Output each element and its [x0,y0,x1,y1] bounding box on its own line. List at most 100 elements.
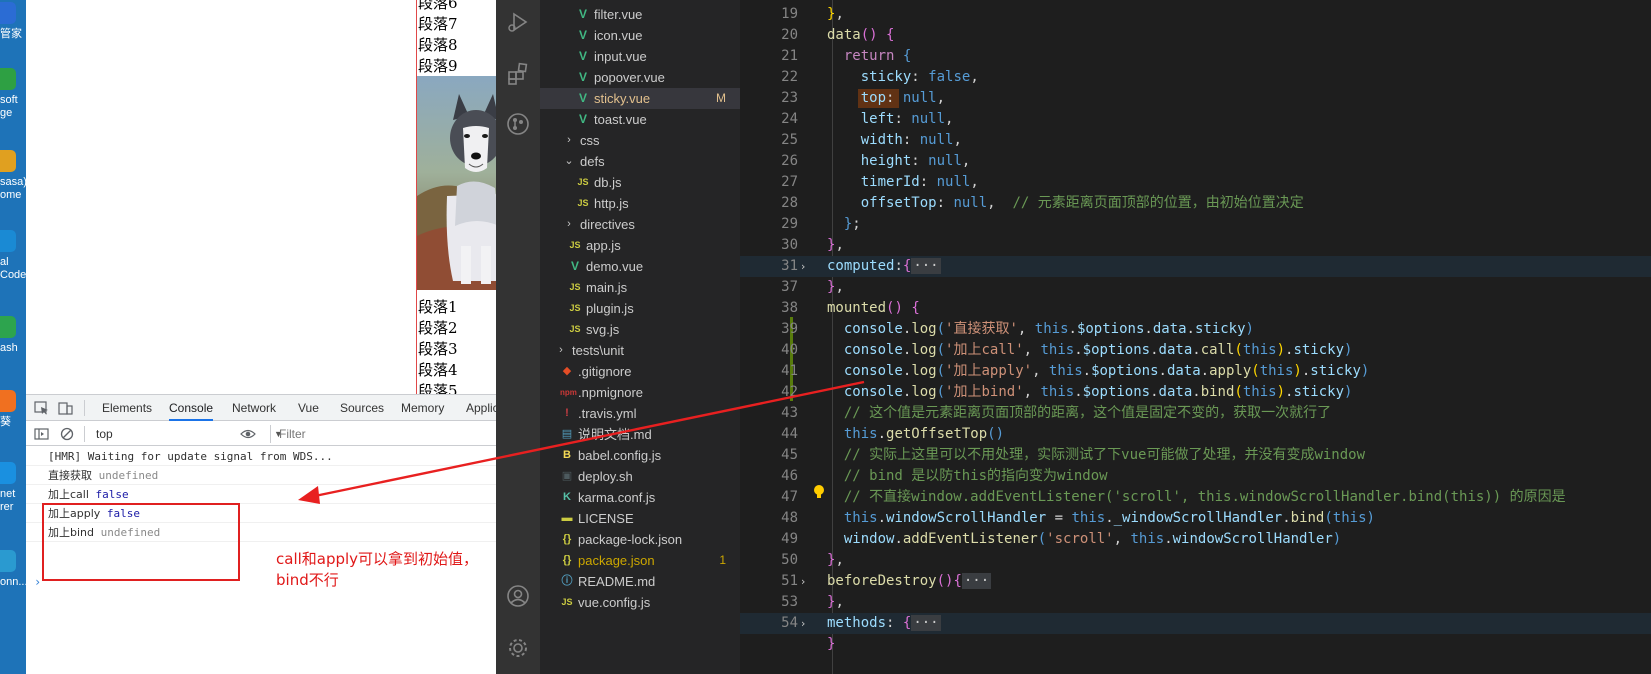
code-text: }, [827,279,844,295]
code-text: // 实际上这里可以不用处理，实际测试了下vue可能做了处理，并没有变成wind… [843,447,1366,463]
explorer-file[interactable]: {} package-lock.json [540,529,740,550]
code-line[interactable]: 31 › computed:{··· [740,256,1651,277]
vue-file-icon: V [578,7,587,21]
explorer-file[interactable]: ! .travis.yml [540,403,740,424]
code-line[interactable]: } [740,634,1651,655]
explorer-file[interactable]: Vicon.vue [540,25,740,46]
console-filter-input[interactable]: Filter [270,425,520,443]
code-text: data() { [827,27,895,43]
tab-vue[interactable]: Vue [298,395,319,421]
code-line[interactable]: 50}, [740,550,1651,571]
code-line[interactable]: 43 // 这个值是元素距离页面顶部的距离，这个值是固定不变的，获取一次就行了 [740,403,1651,424]
fold-chevron-icon[interactable]: › [796,256,810,277]
account-icon[interactable] [506,584,530,608]
code-line[interactable]: 41 console.log('加上apply', this.$options.… [740,361,1651,382]
explorer-file[interactable]: ▣ deploy.sh [540,466,740,487]
tab-applic[interactable]: Applic [466,395,499,421]
code-line[interactable]: 49 window.addEventListener('scroll', thi… [740,529,1651,550]
sidebar-toggle-icon[interactable] [34,427,50,441]
explorer-file[interactable]: ▤ 说明文档.md [540,424,740,445]
code-line[interactable]: 46 // bind 是以防this的指向变为window [740,466,1651,487]
code-line[interactable]: 38 mounted() { [740,298,1651,319]
settings-gear-icon[interactable] [506,636,530,660]
code-line[interactable]: 27 timerId: null, [740,172,1651,193]
code-line[interactable]: 45 // 实际上这里可以不用处理，实际测试了下vue可能做了处理，并没有变成w… [740,445,1651,466]
code-text: width: null, [860,132,962,148]
eye-icon[interactable] [240,427,256,441]
console-prompt[interactable]: › [34,575,41,589]
explorer-file[interactable]: JS plugin.js [540,298,740,319]
code-line[interactable]: 22 sticky: false, [740,67,1651,88]
code-line[interactable]: 25 width: null, [740,130,1651,151]
line-number: 44 [781,426,798,442]
explorer-folder[interactable]: › tests\unit [540,340,740,361]
explorer-file[interactable]: {} package.json 1 [540,550,740,571]
inspect-element-icon[interactable] [34,401,50,415]
explorer-folder[interactable]: ⌄ defs [540,151,740,172]
js-file-icon: JS [569,303,581,313]
explorer-file[interactable]: JS app.js [540,235,740,256]
explorer-file[interactable]: Vfilter.vue [540,4,740,25]
device-toolbar-icon[interactable] [58,401,74,415]
code-line[interactable]: 23 top: null, [740,88,1651,109]
explorer-item-label: demo.vue [586,259,644,274]
explorer-file[interactable]: JS svg.js [540,319,740,340]
explorer-file[interactable]: JS main.js [540,277,740,298]
line-number: 54 [781,615,798,631]
explorer-file[interactable]: ▬ LICENSE [540,508,740,529]
tab-memory[interactable]: Memory [401,395,444,421]
code-line[interactable]: 51 › beforeDestroy(){··· [740,571,1651,592]
explorer-file[interactable]: ◆ .gitignore [540,361,740,382]
explorer-file[interactable]: ⓘ README.md [540,571,740,592]
explorer-file[interactable]: JS db.js [540,172,740,193]
explorer-folder[interactable]: › directives [540,214,740,235]
code-line[interactable]: 19}, [740,4,1651,25]
code-line[interactable]: 26 height: null, [740,151,1651,172]
explorer-file[interactable]: Vinput.vue [540,46,740,67]
explorer-file[interactable]: Vsticky.vue M [540,88,740,109]
tab-network[interactable]: Network [232,395,276,421]
code-line[interactable]: 53}, [740,592,1651,613]
explorer-file[interactable]: Kkarma.conf.js [540,487,740,508]
code-editor[interactable]: 19}, 20 data() {21 return {22 sticky: fals… [740,0,1651,674]
explorer-file[interactable]: Vdemo.vue [540,256,740,277]
tab-elements[interactable]: Elements [102,395,152,421]
code-text: this.windowScrollHandler = this._windowS… [843,510,1375,526]
explorer-file[interactable]: JS vue.config.js [540,592,740,613]
console-output: 加上bind undefined 加上apply false 加上call fals… [26,447,522,674]
explorer-item-label: svg.js [586,322,620,337]
desktop-shortcut-label: 葵 [0,416,11,429]
code-line[interactable]: 29 }; [740,214,1651,235]
explorer-file[interactable]: Bbabel.config.js [540,445,740,466]
code-line[interactable]: 20 data() { [740,25,1651,46]
explorer-file[interactable]: Vpopover.vue [540,67,740,88]
clear-console-icon[interactable] [60,427,76,441]
code-line[interactable]: 48 this.windowScrollHandler = this._wind… [740,508,1651,529]
extensions-icon[interactable] [506,62,530,86]
fold-chevron-icon[interactable]: › [796,571,810,592]
code-line[interactable]: 40 console.log('加上call', this.$options.d… [740,340,1651,361]
code-line[interactable]: 37}, [740,277,1651,298]
code-line[interactable]: 42 console.log('加上bind', this.$options.d… [740,382,1651,403]
explorer-folder[interactable]: › css [540,130,740,151]
code-line[interactable]: 24 left: null, [740,109,1651,130]
code-line[interactable]: 44 this.getOffsetTop() [740,424,1651,445]
fold-chevron-icon[interactable]: › [796,613,810,634]
tab-sources[interactable]: Sources [340,395,384,421]
code-line[interactable]: 39 console.log('直接获取', this.$options.dat… [740,319,1651,340]
explorer-item-label: popover.vue [594,70,665,85]
source-control-icon[interactable] [506,112,530,136]
context-selector[interactable]: top ▼ [92,425,283,443]
explorer-file[interactable]: Vtoast.vue [540,109,740,130]
tab-console[interactable]: Console [169,395,214,421]
explorer-file[interactable]: npm .npmignore [540,382,740,403]
code-line[interactable]: 54 › methods: {··· [740,613,1651,634]
code-line[interactable]: 28 offsetTop: null, // 元素距离页面顶部的位置，由初始位置… [740,193,1651,214]
run-debug-icon[interactable] [506,10,530,34]
code-line[interactable]: 47 // 不直接window.addEventListener('scroll… [740,487,1651,508]
git-bash-icon [0,316,16,338]
explorer-file[interactable]: JS http.js [540,193,740,214]
console-message-text: 加上call [48,488,89,501]
code-line[interactable]: 30}, [740,235,1651,256]
code-line[interactable]: 21 return { [740,46,1651,67]
